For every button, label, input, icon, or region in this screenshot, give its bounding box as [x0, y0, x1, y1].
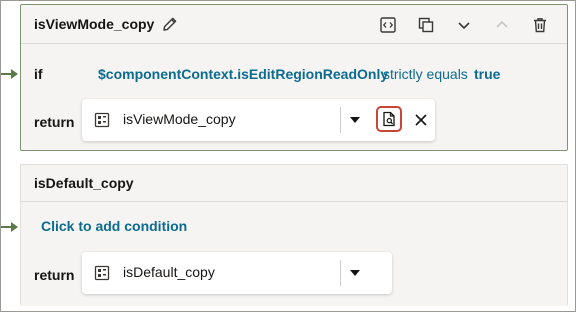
rule-header: isDefault_copy [21, 165, 567, 202]
chevron-up-icon[interactable] [491, 14, 513, 36]
return-label: return [34, 267, 75, 283]
condition-operator[interactable]: strictly equals [383, 66, 468, 82]
variable-icon [94, 265, 110, 281]
divider [340, 260, 341, 286]
preview-icon[interactable] [376, 106, 402, 132]
pencil-icon[interactable] [162, 16, 178, 32]
if-label: if [34, 66, 43, 82]
rule-title: isDefault_copy [34, 175, 134, 191]
code-icon[interactable] [377, 14, 399, 36]
add-condition-link[interactable]: Click to add condition [41, 218, 187, 234]
return-value-text: isViewMode_copy [123, 111, 236, 127]
condition-right-operand[interactable]: true [474, 66, 500, 82]
chevron-down-icon[interactable] [350, 270, 360, 276]
chevron-down-icon[interactable] [453, 14, 475, 36]
chevron-down-icon[interactable] [350, 117, 360, 123]
rule-card-isdefault: isDefault_copy Click to add condition re… [20, 164, 568, 306]
rules-panel: isViewMode_copy if $componentContext.isE… [0, 0, 576, 312]
rule-header: isViewMode_copy [21, 5, 567, 44]
close-icon[interactable] [409, 108, 433, 132]
condition-left-operand[interactable]: $componentContext.isEditRegionReadOnly [98, 66, 388, 82]
divider [340, 107, 341, 133]
trash-icon[interactable] [529, 14, 551, 36]
duplicate-icon[interactable] [415, 14, 437, 36]
rule-card-isviewmode: isViewMode_copy if $componentContext.isE… [20, 4, 568, 151]
flow-connector-arrow [1, 222, 18, 232]
return-label: return [34, 114, 75, 130]
flow-connector-arrow [1, 69, 18, 79]
return-value-text: isDefault_copy [123, 264, 215, 280]
return-value-select[interactable]: isViewMode_copy [82, 99, 435, 141]
variable-icon [94, 112, 110, 128]
rule-title: isViewMode_copy [34, 16, 155, 32]
return-value-select[interactable]: isDefault_copy [82, 252, 392, 294]
